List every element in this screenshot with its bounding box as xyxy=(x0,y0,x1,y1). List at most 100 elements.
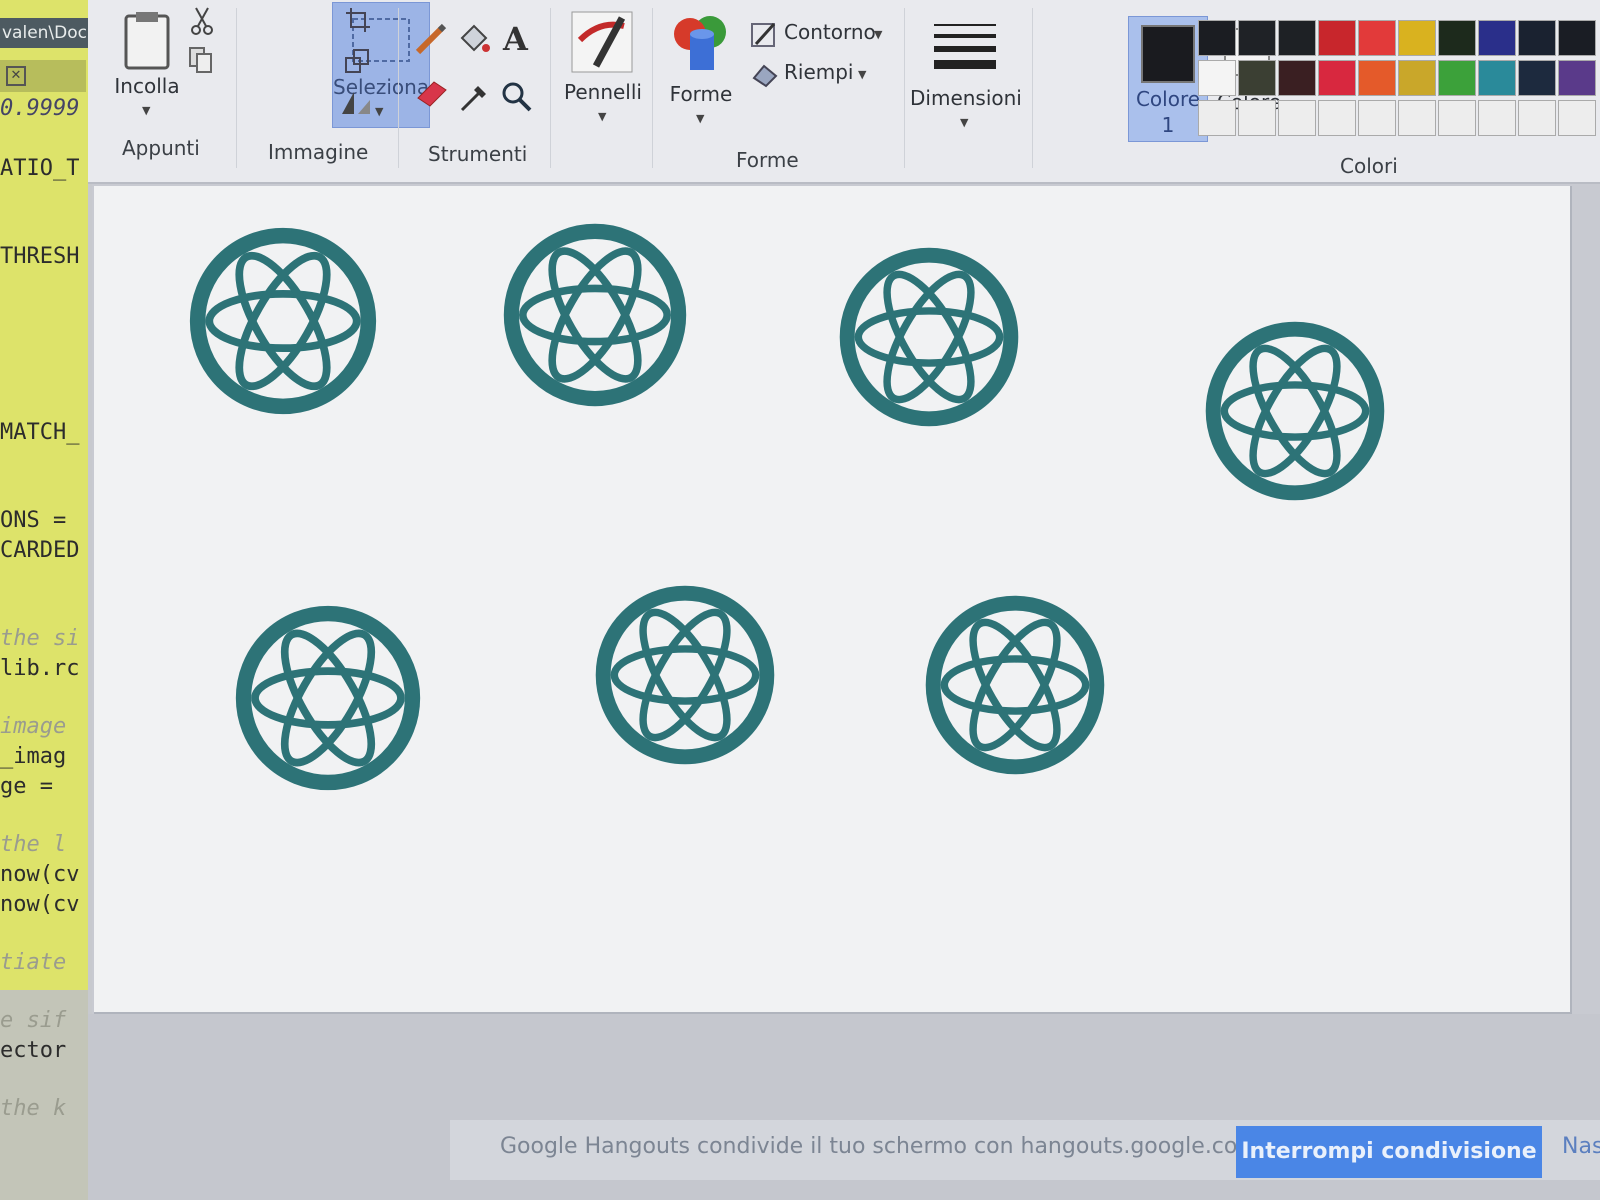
chevron-down-icon: ▼ xyxy=(598,110,607,123)
palette-swatch[interactable] xyxy=(1318,100,1356,136)
outline-dropdown[interactable]: Contorno ▼ xyxy=(750,18,890,48)
code-line: _imag xyxy=(0,744,67,769)
palette-swatch[interactable] xyxy=(1318,60,1356,96)
palette-swatch[interactable] xyxy=(1518,20,1556,56)
code-line: ATIO_T xyxy=(0,156,80,181)
code-line: the k xyxy=(0,1096,67,1121)
svg-text:A: A xyxy=(502,20,529,56)
crop-icon[interactable] xyxy=(344,6,372,34)
fill-icon xyxy=(752,64,778,88)
size-label: Dimensioni xyxy=(910,86,1022,110)
group-label-image: Immagine xyxy=(268,140,369,164)
code-line: image xyxy=(0,714,67,739)
palette-swatch[interactable] xyxy=(1398,60,1436,96)
paste-button[interactable]: Incolla ▼ xyxy=(102,4,192,124)
eraser-icon[interactable] xyxy=(414,78,450,108)
shapes-button[interactable]: Forme ▼ xyxy=(656,10,746,130)
code-line: ge = xyxy=(0,774,53,799)
palette-swatch[interactable] xyxy=(1438,100,1476,136)
palette-swatch[interactable] xyxy=(1238,20,1276,56)
palette-swatch[interactable] xyxy=(1558,60,1596,96)
code-line: lib.rc xyxy=(0,656,80,681)
chevron-down-icon: ▼ xyxy=(142,104,151,117)
code-line: MATCH_ xyxy=(0,420,80,445)
palette-swatch[interactable] xyxy=(1198,20,1236,56)
palette-swatch[interactable] xyxy=(1398,20,1436,56)
atom-icon xyxy=(500,220,690,410)
drawing-canvas[interactable] xyxy=(94,186,1572,1014)
brushes-button[interactable]: Pennelli ▼ xyxy=(558,6,648,126)
fill-label: Riempi xyxy=(784,60,854,84)
brush-icon xyxy=(571,11,633,73)
text-icon[interactable]: A xyxy=(500,20,534,56)
rotate-icon[interactable] xyxy=(338,88,378,118)
editor-lower-area: tiate e sif ector the k xyxy=(0,950,88,1200)
code-line: tiate xyxy=(0,950,67,975)
close-tab-icon[interactable]: ✕ xyxy=(6,66,26,86)
palette-swatch[interactable] xyxy=(1358,60,1396,96)
palette-swatch[interactable] xyxy=(1358,100,1396,136)
hide-button[interactable]: Nasc xyxy=(1562,1134,1600,1159)
palette-swatch[interactable] xyxy=(1278,60,1316,96)
atom-icon xyxy=(232,602,424,794)
canvas-area xyxy=(92,184,1600,1014)
color1-swatch xyxy=(1141,25,1195,83)
palette-swatch[interactable] xyxy=(1398,100,1436,136)
size-button[interactable]: Dimensioni ▼ xyxy=(910,16,1022,136)
chevron-down-icon: ▼ xyxy=(874,28,883,41)
code-line: ONS = xyxy=(0,508,67,533)
atom-icon xyxy=(836,244,1022,430)
atom-icon xyxy=(186,224,380,418)
code-line: the l xyxy=(0,832,67,857)
pencil-icon[interactable] xyxy=(414,22,448,56)
palette-swatch[interactable] xyxy=(1198,60,1236,96)
outline-label: Contorno xyxy=(784,20,876,44)
palette-swatch[interactable] xyxy=(1318,20,1356,56)
palette-swatch[interactable] xyxy=(1438,60,1476,96)
palette-swatch[interactable] xyxy=(1478,20,1516,56)
paint-ribbon: Incolla ▼ Appunti Seleziona ▼ Immagine A… xyxy=(88,0,1600,184)
shapes-label: Forme xyxy=(669,82,733,106)
palette-swatch[interactable] xyxy=(1478,60,1516,96)
stop-sharing-button[interactable]: Interrompi condivisione xyxy=(1236,1126,1542,1178)
copy-icon[interactable] xyxy=(188,46,214,74)
palette-swatch[interactable] xyxy=(1238,60,1276,96)
palette-swatch[interactable] xyxy=(1278,20,1316,56)
line-size-icon xyxy=(934,24,996,69)
code-line: e sif xyxy=(0,1008,67,1033)
scissors-icon[interactable] xyxy=(190,6,214,36)
outline-pen-icon xyxy=(751,22,776,47)
resize-icon[interactable] xyxy=(344,48,372,76)
color-picker-icon[interactable] xyxy=(458,80,492,114)
atom-icon xyxy=(592,582,778,768)
palette-swatch[interactable] xyxy=(1558,100,1596,136)
palette-swatch[interactable] xyxy=(1358,20,1396,56)
palette-swatch[interactable] xyxy=(1558,20,1596,56)
palette-swatch[interactable] xyxy=(1198,100,1236,136)
brushes-label: Pennelli xyxy=(564,80,642,104)
file-path: valen\Doc xyxy=(0,18,88,48)
share-message: Google Hangouts condivide il tuo schermo… xyxy=(500,1134,1266,1159)
ribbon-divider xyxy=(904,8,905,168)
magnifier-icon[interactable] xyxy=(500,80,534,114)
code-line: 0.9999 xyxy=(0,96,80,121)
palette-swatch[interactable] xyxy=(1518,100,1556,136)
palette-swatch[interactable] xyxy=(1278,100,1316,136)
fill-bucket-icon[interactable] xyxy=(456,22,492,56)
group-label-colors: Colori xyxy=(1340,154,1398,178)
palette-swatch[interactable] xyxy=(1238,100,1276,136)
color1-button[interactable]: Colore 1 xyxy=(1128,16,1208,142)
ribbon-divider xyxy=(236,8,237,168)
fill-dropdown[interactable]: Riempi ▼ xyxy=(750,58,890,88)
ribbon-divider xyxy=(652,8,653,168)
palette-swatch[interactable] xyxy=(1478,100,1516,136)
code-line: THRESH xyxy=(0,244,80,269)
palette-swatch[interactable] xyxy=(1518,60,1556,96)
atom-icon xyxy=(1202,318,1388,504)
code-editor-panel: valen\Doc ✕ 0.9999 ATIO_T THRESH MATCH_ … xyxy=(0,0,88,1200)
palette-swatch[interactable] xyxy=(1438,20,1476,56)
color-palette xyxy=(1198,20,1598,150)
color1-number: 1 xyxy=(1161,113,1175,137)
color1-label: Colore xyxy=(1135,87,1201,111)
paste-label: Incolla xyxy=(114,74,180,98)
